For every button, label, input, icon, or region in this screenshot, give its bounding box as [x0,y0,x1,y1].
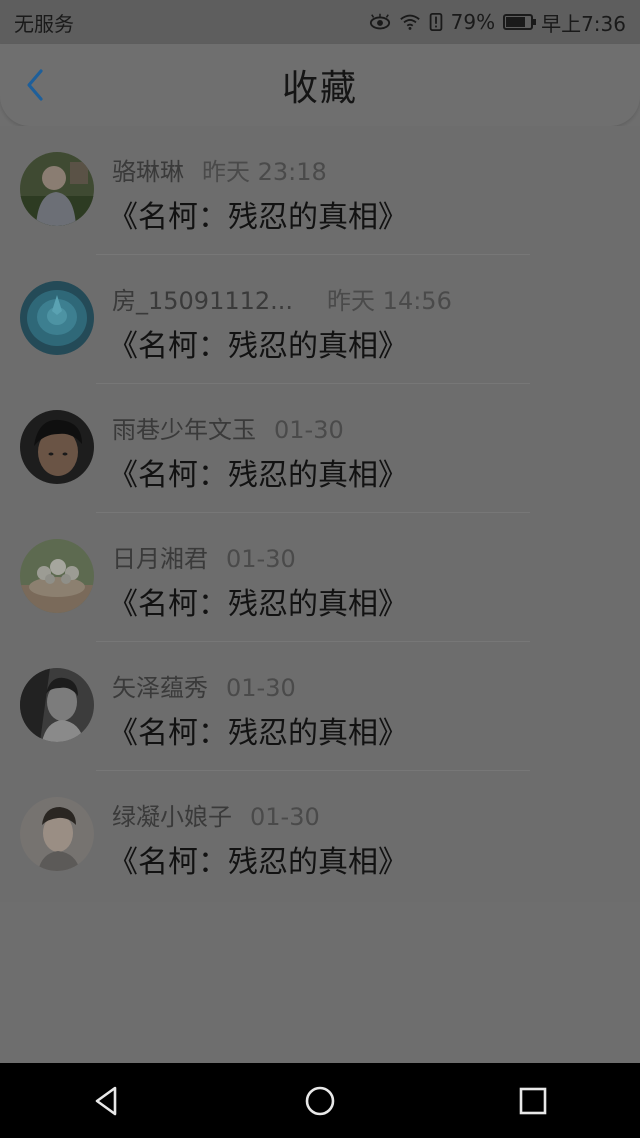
list-item[interactable]: 骆琳琳 昨天 23:18 《名柯：残忍的真相》 [0,126,640,255]
avatar[interactable] [20,281,94,355]
system-recents-button[interactable] [503,1071,563,1131]
user-name[interactable]: 房_15091112... [112,287,293,315]
status-bar: 无服务 79% 早上7:36 [0,0,640,44]
item-title[interactable]: 《名柯：残忍的真相》 [108,450,408,494]
meta-line: 日月湘君 01-30 [112,539,296,574]
triangle-back-icon [95,1086,116,1115]
system-nav-bar [0,1063,640,1138]
timestamp: 01-30 [274,416,344,444]
meta-line: 绿凝小娘子 01-30 [112,797,320,832]
item-title[interactable]: 《名柯：残忍的真相》 [108,837,408,881]
avatar-man-light-icon [20,797,94,871]
item-title[interactable]: 《名柯：残忍的真相》 [108,192,408,236]
list-item[interactable]: 矢泽蕴秀 01-30 《名柯：残忍的真相》 [0,642,640,771]
list-item[interactable]: 房_15091112... 昨天 14:56 《名柯：残忍的真相》 [0,255,640,384]
favorites-list: 骆琳琳 昨天 23:18 《名柯：残忍的真相》 房_15091112... 昨天 1… [0,126,640,902]
header-bar: 收藏 [0,44,640,126]
avatar-flowers-icon [20,539,94,613]
timestamp: 昨天 23:18 [202,158,327,186]
avatar[interactable] [20,668,94,742]
screen: 无服务 79% 早上7:36 收藏 骆琳琳 昨天 23:18 《名柯：残忍的真相… [0,0,640,1138]
chevron-left-icon [27,69,43,101]
timestamp: 01-30 [226,545,296,573]
avatar[interactable] [20,797,94,871]
system-back-button[interactable] [77,1071,137,1131]
battery-level-fill [506,17,526,27]
list-item[interactable]: 日月湘君 01-30 《名柯：残忍的真相》 [0,513,640,642]
status-icons: 79% 早上7:36 [369,8,626,37]
alert-icon [429,13,443,31]
user-name[interactable]: 骆琳琳 [112,158,184,186]
wifi-icon [399,13,421,31]
meta-line: 房_15091112... 昨天 14:56 [112,281,452,316]
eye-comfort-icon [369,13,391,31]
user-name[interactable]: 日月湘君 [112,545,208,573]
meta-line: 骆琳琳 昨天 23:18 [112,152,327,187]
page-title: 收藏 [281,68,358,109]
user-name[interactable]: 矢泽蕴秀 [112,674,208,702]
timestamp: 01-30 [250,803,320,831]
carrier-label: 无服务 [14,11,74,36]
timestamp: 昨天 14:56 [327,287,452,315]
clock-time: 早上7:36 [541,11,626,36]
avatar-young-man-icon [20,410,94,484]
avatar-succulent-icon [20,281,94,355]
item-title[interactable]: 《名柯：残忍的真相》 [108,708,408,752]
avatar[interactable] [20,410,94,484]
system-home-button[interactable] [290,1071,350,1131]
user-name[interactable]: 绿凝小娘子 [112,803,232,831]
meta-line: 矢泽蕴秀 01-30 [112,668,296,703]
user-name[interactable]: 雨巷少年文玉 [112,416,256,444]
item-title[interactable]: 《名柯：残忍的真相》 [108,579,408,623]
item-title[interactable]: 《名柯：残忍的真相》 [108,321,408,365]
avatar[interactable] [20,152,94,226]
battery-percent: 79% [450,10,496,34]
meta-line: 雨巷少年文玉 01-30 [112,410,344,445]
list-item[interactable]: 雨巷少年文玉 01-30 《名柯：残忍的真相》 [0,384,640,513]
back-button[interactable] [18,64,52,106]
battery-icon [503,14,537,30]
avatar-boy-outdoor-icon [20,152,94,226]
avatar[interactable] [20,539,94,613]
timestamp: 01-30 [226,674,296,702]
circle-home-icon [305,1086,335,1115]
square-recents-icon [520,1087,547,1114]
list-item[interactable]: 绿凝小娘子 01-30 《名柯：残忍的真相》 [0,771,640,900]
avatar-bw-portrait-icon [20,668,94,742]
